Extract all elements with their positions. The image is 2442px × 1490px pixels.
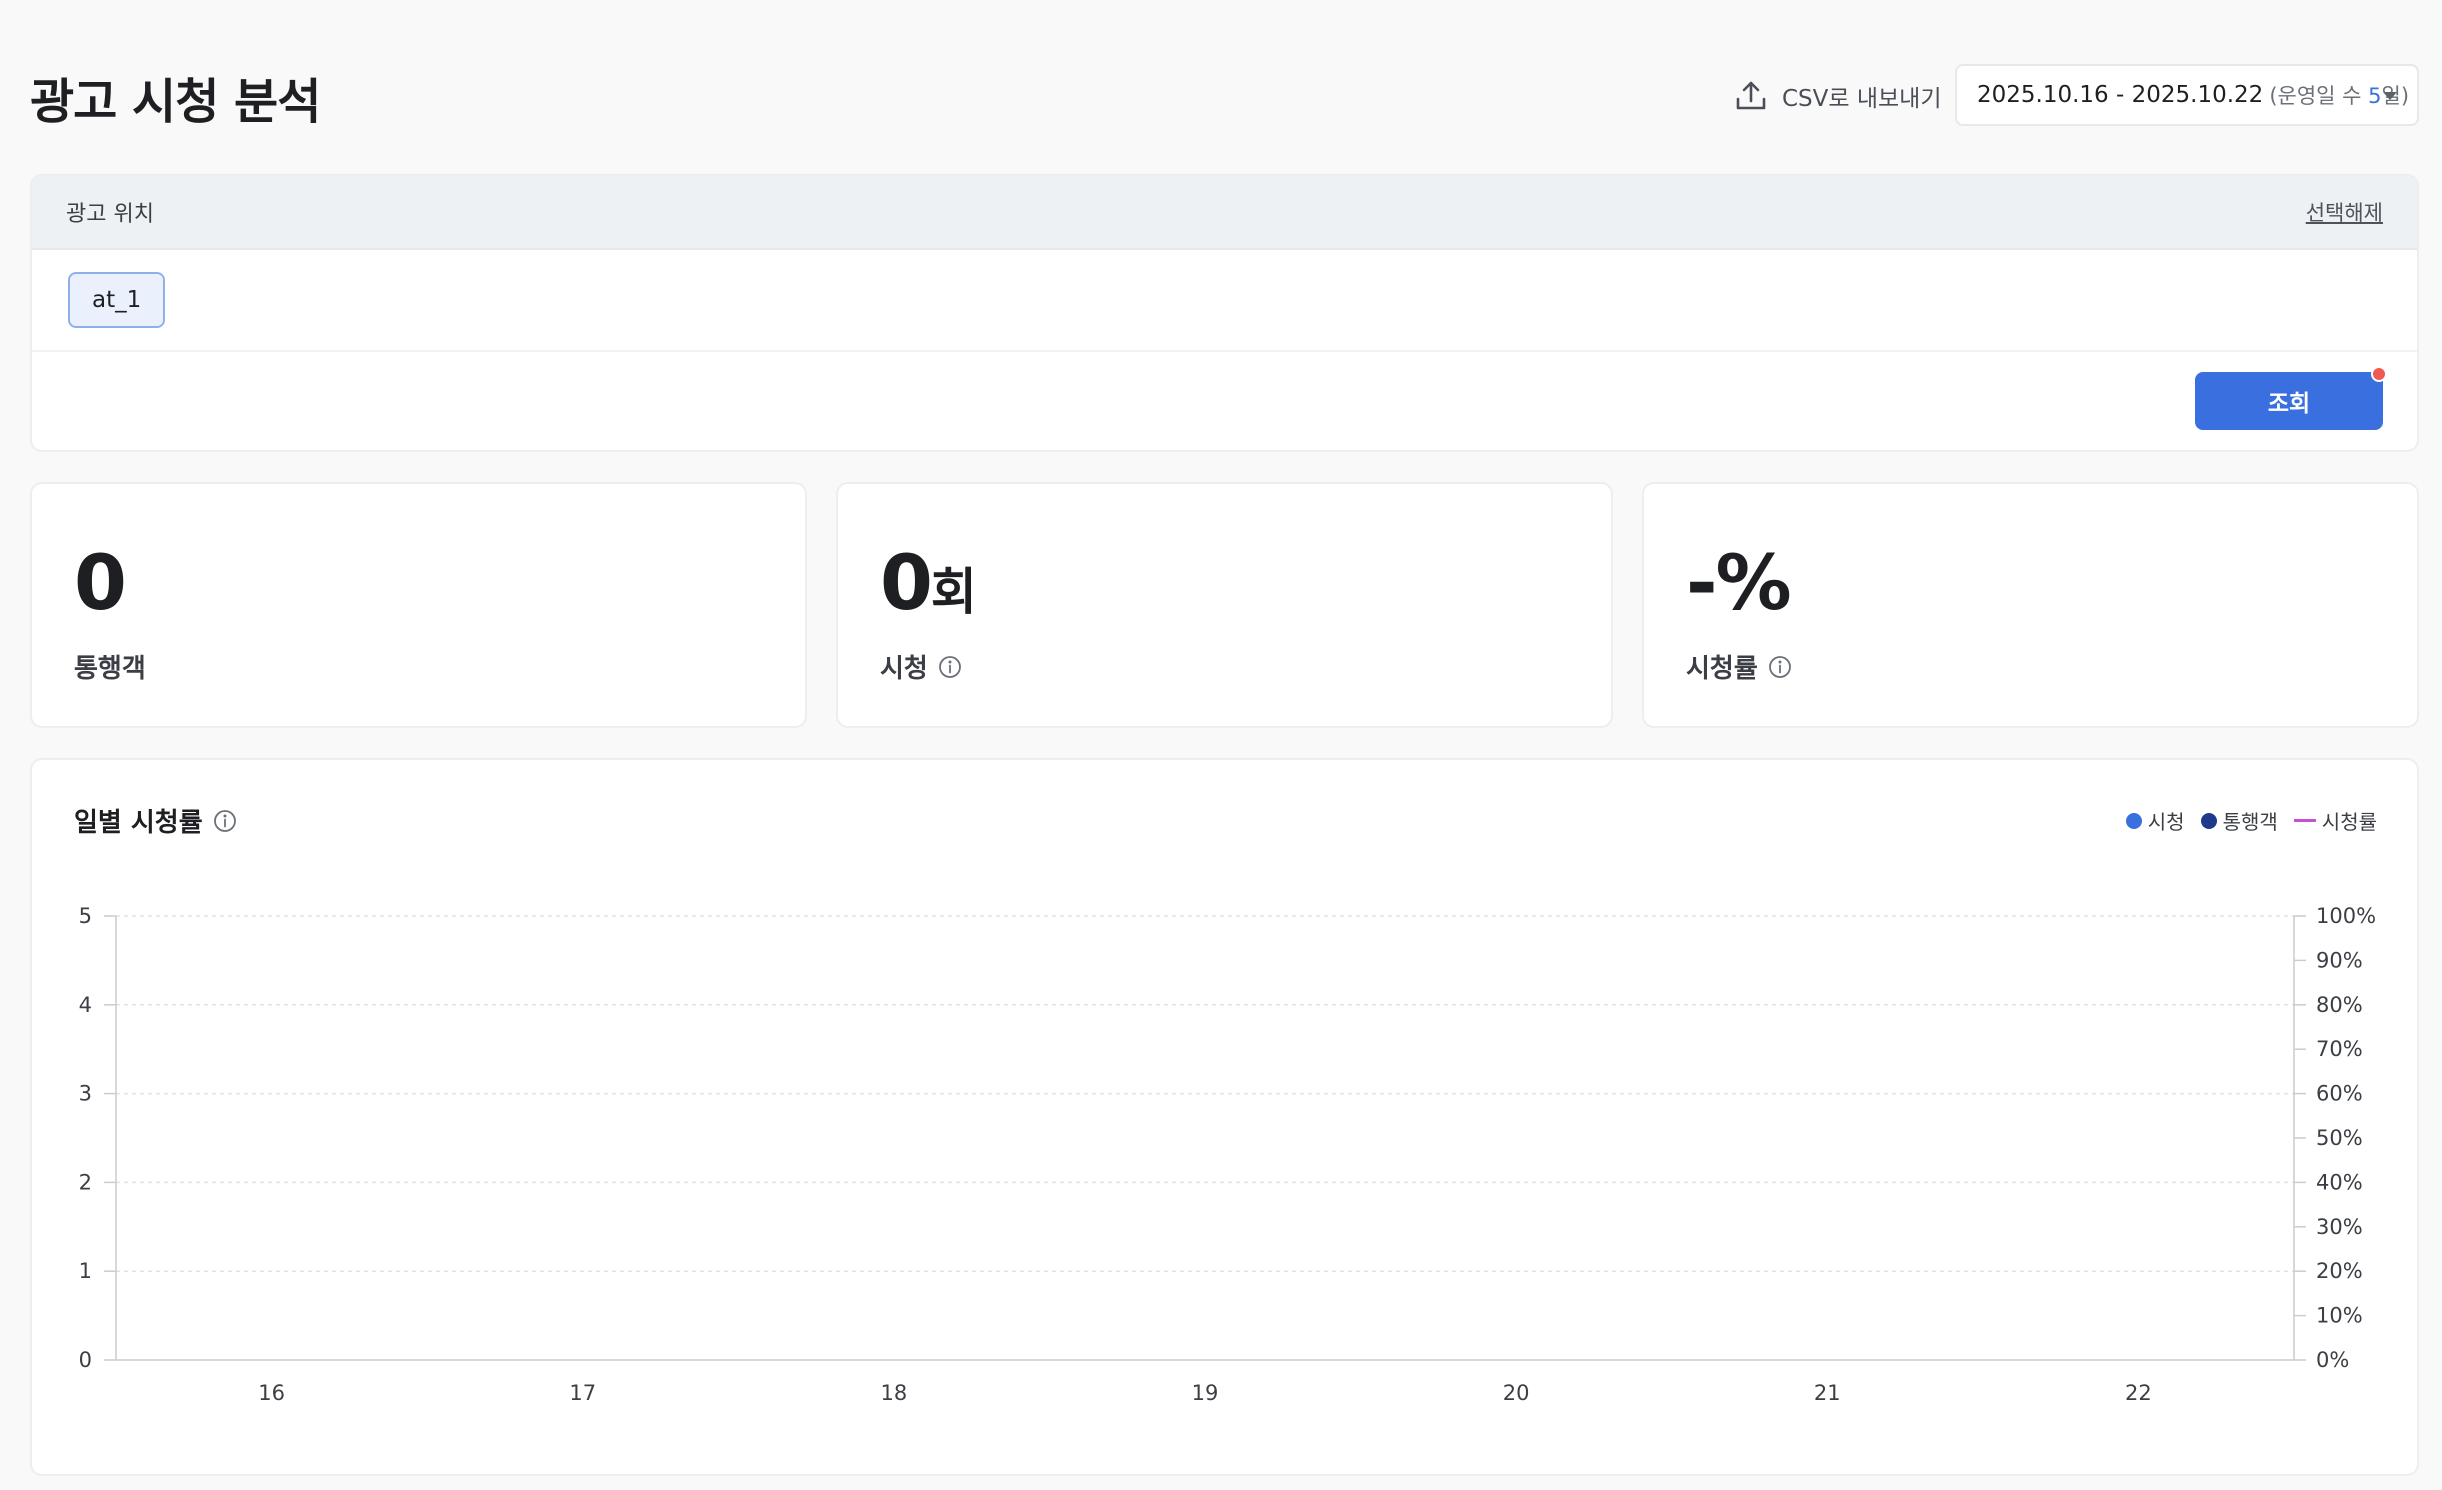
stat-card-view-rate: -% 시청률 (1642, 482, 2419, 728)
y2-tick-label: 20% (2316, 1259, 2363, 1283)
stat-value: 0 (74, 538, 127, 627)
stat-card-passersby: 0 통행객 (30, 482, 807, 728)
page-title: 광고 시청 분석 (30, 74, 321, 130)
y2-tick-label: 60% (2316, 1082, 2363, 1106)
x-tick-label: 17 (569, 1381, 596, 1405)
y2-tick-label: 100% (2316, 904, 2376, 928)
x-tick-label: 18 (880, 1381, 907, 1405)
y2-tick-label: 40% (2316, 1170, 2363, 1194)
y-tick-label: 2 (79, 1170, 92, 1194)
y-tick-label: 0 (79, 1348, 92, 1372)
info-icon[interactable] (1768, 655, 1792, 679)
filter-label: 광고 위치 (66, 202, 154, 227)
y-tick-label: 5 (79, 904, 92, 928)
csv-export-label: CSV로 내보내기 (1782, 86, 1942, 112)
chip-at-1[interactable]: at_1 (68, 272, 166, 328)
y-tick-label: 4 (79, 993, 92, 1017)
legend-item-passersby[interactable]: 통행객 (2200, 806, 2278, 835)
date-range-value: 2025.10.16 - 2025.10.22 (1977, 82, 2264, 108)
legend-dot (2200, 812, 2217, 829)
daily-view-rate-chart: 0123450%10%20%30%40%50%60%70%80%90%100%1… (79, 904, 2376, 1405)
filter-header: 광고 위치 선택해제 (32, 176, 2417, 250)
stat-label: 시청률 (1686, 648, 1792, 685)
clear-selection-link[interactable]: 선택해제 (2306, 197, 2383, 227)
query-button-label: 조회 (2267, 390, 2311, 416)
y2-tick-label: 70% (2316, 1037, 2363, 1061)
notification-dot (2371, 366, 2387, 382)
legend-item-view-rate[interactable]: 시청률 (2293, 806, 2377, 835)
stat-label: 시청 (880, 648, 962, 685)
legend-line (2293, 819, 2316, 822)
x-tick-label: 20 (1503, 1381, 1530, 1405)
query-row: 조회 (32, 352, 2417, 450)
stat-label: 통행객 (74, 654, 146, 684)
stat-value: 0회 (880, 538, 977, 627)
csv-export-button[interactable]: CSV로 내보내기 (1732, 76, 1942, 116)
y-tick-label: 1 (79, 1259, 92, 1283)
info-icon[interactable] (938, 655, 962, 679)
chart-card: 0 1 2 3 4 5 0% 10% 20% 30% 40% 50% 60% 70% 80% 90% 100% 1… (30, 758, 2419, 1476)
info-icon[interactable] (213, 809, 237, 833)
chart-legend: 시청 통행객 시청률 (2125, 806, 2377, 835)
x-tick-label: 21 (1814, 1381, 1841, 1405)
y2-tick-label: 30% (2316, 1215, 2363, 1239)
y2-tick-label: 80% (2316, 993, 2363, 1017)
x-tick-label: 19 (1192, 1381, 1219, 1405)
chart-title: 일별 시청률 (74, 802, 237, 839)
upload-icon (1736, 81, 1766, 110)
legend-dot (2125, 812, 2142, 829)
stat-card-views: 0회 시청 (836, 482, 1613, 728)
y2-tick-label: 90% (2316, 948, 2363, 972)
chip-list: at_1 (32, 250, 2417, 352)
y2-tick-label: 50% (2316, 1126, 2363, 1150)
stat-value: -% (1686, 538, 1792, 627)
y2-tick-label: 10% (2316, 1304, 2363, 1328)
y2-tick-label: 0% (2316, 1348, 2349, 1372)
date-range-select[interactable]: 2025.10.16 - 2025.10.22 (운영일 수 5일) (1955, 64, 2419, 126)
chevron-down-icon (2383, 92, 2397, 100)
x-tick-label: 16 (258, 1381, 285, 1405)
y-tick-label: 3 (79, 1082, 92, 1106)
x-tick-label: 22 (2125, 1381, 2152, 1405)
query-button[interactable]: 조회 (2195, 366, 2387, 430)
legend-item-views[interactable]: 시청 (2125, 806, 2185, 835)
filter-panel: 광고 위치 선택해제 at_1 조회 (30, 174, 2419, 452)
